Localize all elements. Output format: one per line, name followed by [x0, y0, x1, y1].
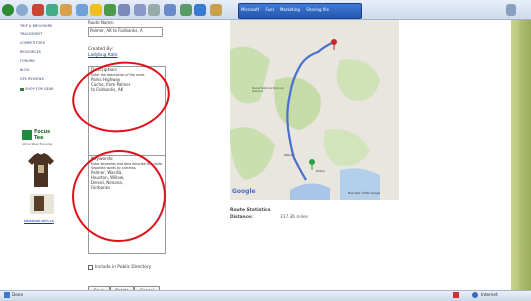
internet-zone-label: Internet — [481, 292, 498, 297]
links-bar: Microsoft Fuel Marketing Sharing file — [238, 3, 362, 19]
route-name-input[interactable]: Palmer, AK to Fairbanks, A — [88, 27, 163, 37]
security-icon — [453, 292, 459, 298]
back-icon[interactable] — [2, 4, 14, 16]
route-name-label: Route Name: — [88, 20, 115, 25]
search-icon[interactable] — [76, 4, 88, 16]
ad-logo-mark — [22, 130, 32, 140]
internet-zone-icon — [472, 292, 478, 298]
forward-icon[interactable] — [16, 4, 28, 16]
refresh-icon[interactable] — [46, 4, 58, 16]
toolbar-options-icon[interactable] — [506, 4, 516, 16]
google-logo: Google — [232, 188, 256, 195]
route-name-value: Palmer, AK to Fairbanks, A — [90, 28, 143, 33]
route-map[interactable]: Denali National Park and Preserve Wasill… — [230, 20, 399, 200]
route-statistics-title: Route Statistics — [230, 208, 271, 213]
browser-toolbar: Microsoft Fuel Marketing Sharing file — [0, 0, 531, 20]
tshirt-image — [28, 153, 54, 187]
page-status-icon — [4, 292, 10, 298]
shop-icon — [20, 87, 24, 91]
ad-logo: Focus Tee Active Wear Everyday — [22, 128, 62, 146]
sidebar-item-blog[interactable]: BLOG — [20, 68, 30, 72]
map-label-palmer: Palmer — [316, 170, 325, 173]
public-directory-label: Include in Public Directory — [95, 265, 152, 270]
sidebar-item-forums[interactable]: FORUMS — [20, 59, 35, 63]
created-by-link[interactable]: Ladybug Kate — [88, 53, 118, 58]
home-icon[interactable] — [60, 4, 72, 16]
sidebar-item-resources[interactable]: RESOURCES — [20, 50, 41, 54]
status-text: Done — [12, 292, 24, 297]
sponsor-ad[interactable]: Focus Tee Active Wear Everyday takealook… — [22, 128, 66, 228]
media-icon[interactable] — [104, 4, 116, 16]
link-fuel[interactable]: Fuel — [265, 7, 273, 12]
sidebar-item-competitors[interactable]: COMPETITORS — [20, 41, 45, 45]
ad-logo-line2: Tee — [34, 135, 44, 141]
created-by-label: Created By: — [88, 47, 113, 52]
sidebar-item-gps-reviews[interactable]: GPS REVIEWS — [20, 77, 44, 81]
link-marketing[interactable]: Marketing — [280, 7, 300, 12]
mail-icon[interactable] — [134, 4, 146, 16]
map-copyright: Map data ©2010 Google — [348, 192, 381, 195]
research-icon[interactable] — [210, 4, 222, 16]
print-icon[interactable] — [148, 4, 160, 16]
map-label-wasilla: Wasilla — [284, 154, 294, 157]
history-icon[interactable] — [118, 4, 130, 16]
shirt-tag-image — [30, 194, 54, 214]
status-bar: Done Internet — [0, 290, 531, 301]
public-directory-checkbox[interactable] — [88, 265, 93, 270]
edit-icon[interactable] — [164, 4, 176, 16]
link-microsoft[interactable]: Microsoft — [241, 7, 259, 12]
favorites-icon[interactable] — [90, 4, 102, 16]
messenger-icon[interactable] — [194, 4, 206, 16]
distance-value: 317.36 miles — [280, 215, 308, 220]
map-canvas — [230, 20, 399, 200]
sidebar-item-trip[interactable]: TRIP & BROCHURE — [20, 24, 52, 28]
ad-tagline: Active Wear Everyday — [22, 142, 53, 146]
ad-link[interactable]: takealook.with.ca — [24, 219, 54, 223]
sidebar-item-shop-label: SHOP FOR GEAR — [25, 87, 54, 91]
discuss-icon[interactable] — [180, 4, 192, 16]
sidebar-item-tracksheet[interactable]: TRACKSHEET — [20, 32, 43, 36]
stop-icon[interactable] — [32, 4, 44, 16]
distance-label: Distance: — [230, 215, 253, 220]
link-sharing[interactable]: Sharing file — [306, 7, 329, 12]
sidebar-item-shop[interactable]: SHOP FOR GEAR — [20, 87, 54, 91]
scrollbar[interactable] — [519, 20, 531, 290]
map-label-denali: Denali National Park and Preserve — [252, 87, 285, 93]
